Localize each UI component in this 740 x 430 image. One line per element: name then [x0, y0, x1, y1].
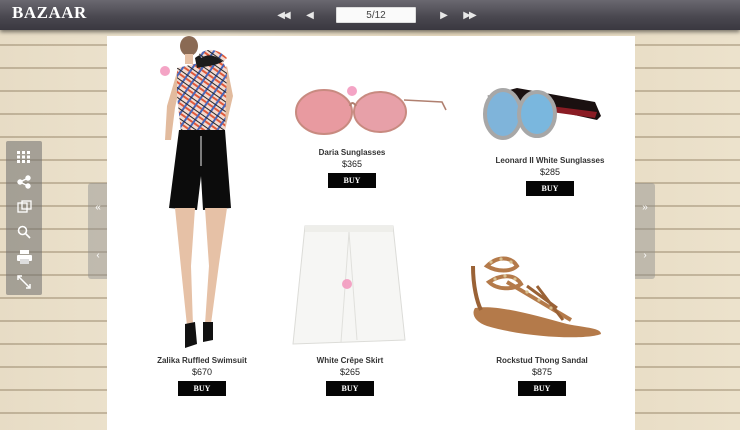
product-name: Zalika Ruffled Swimsuit [157, 356, 247, 365]
double-chevron-right-icon[interactable]: » [642, 202, 648, 213]
product-card: Rockstud Thong Sandal $875 BUY [487, 356, 597, 396]
page-navigation: ◀◀ ◀ 5/12 ▶ ▶▶ [274, 6, 478, 24]
buy-button[interactable]: BUY [178, 381, 226, 396]
product-name: Rockstud Thong Sandal [496, 356, 588, 365]
product-card: White Crêpe Skirt $265 BUY [295, 356, 405, 396]
next-page-tab[interactable]: » › [635, 183, 655, 279]
product-price: $265 [339, 367, 361, 377]
product-price: $875 [531, 367, 553, 377]
hotspot-marker[interactable] [347, 86, 357, 96]
zoom-icon[interactable] [13, 222, 35, 241]
chevron-left-icon[interactable]: ◀ [300, 6, 318, 24]
double-chevron-left-icon[interactable]: « [95, 202, 101, 213]
product-price: $365 [341, 159, 363, 169]
hotspot-marker[interactable] [342, 279, 352, 289]
print-icon[interactable] [13, 247, 35, 266]
previous-page-tab[interactable]: « ‹ [88, 183, 108, 279]
page-indicator[interactable]: 5/12 [336, 7, 416, 23]
hotspot-marker[interactable] [160, 66, 170, 76]
rockstud-sandal-image[interactable] [467, 246, 607, 341]
product-card: Leonard II White Sunglasses $285 BUY [485, 156, 615, 196]
chevron-right-icon[interactable]: › [643, 250, 646, 261]
fullscreen-icon[interactable] [13, 272, 35, 291]
leonard-sunglasses-image[interactable] [477, 82, 607, 152]
pages-icon[interactable] [13, 197, 35, 216]
product-price: $670 [191, 367, 213, 377]
double-chevron-right-icon[interactable]: ▶▶ [460, 6, 478, 24]
flipbook-viewer: { "header": { "brand": "BAZAAR", "page_i… [0, 0, 740, 430]
chevron-right-icon[interactable]: ▶ [434, 6, 452, 24]
thumbnails-grid-icon[interactable] [13, 147, 35, 166]
daria-sunglasses-image[interactable] [292, 82, 447, 142]
buy-button[interactable]: BUY [518, 381, 566, 396]
magazine-page: Daria Sunglasses $365 BUY Leonard II Whi… [107, 36, 635, 430]
side-tool-panel [6, 141, 42, 295]
product-price: $285 [539, 167, 561, 177]
buy-button[interactable]: BUY [328, 173, 376, 188]
product-card: Zalika Ruffled Swimsuit $670 BUY [147, 356, 257, 396]
product-card: Daria Sunglasses $365 BUY [297, 148, 407, 188]
product-name: Leonard II White Sunglasses [495, 156, 605, 165]
double-chevron-left-icon[interactable]: ◀◀ [274, 6, 292, 24]
product-name: Daria Sunglasses [318, 148, 386, 157]
share-icon[interactable] [13, 172, 35, 191]
top-toolbar: BAZAAR ◀◀ ◀ 5/12 ▶ ▶▶ [0, 0, 740, 30]
swimsuit-model-image[interactable] [155, 36, 245, 352]
buy-button[interactable]: BUY [326, 381, 374, 396]
brand-logo: BAZAAR [12, 3, 87, 22]
product-name: White Crêpe Skirt [316, 356, 384, 365]
buy-button[interactable]: BUY [526, 181, 574, 196]
chevron-left-icon[interactable]: ‹ [96, 250, 99, 261]
